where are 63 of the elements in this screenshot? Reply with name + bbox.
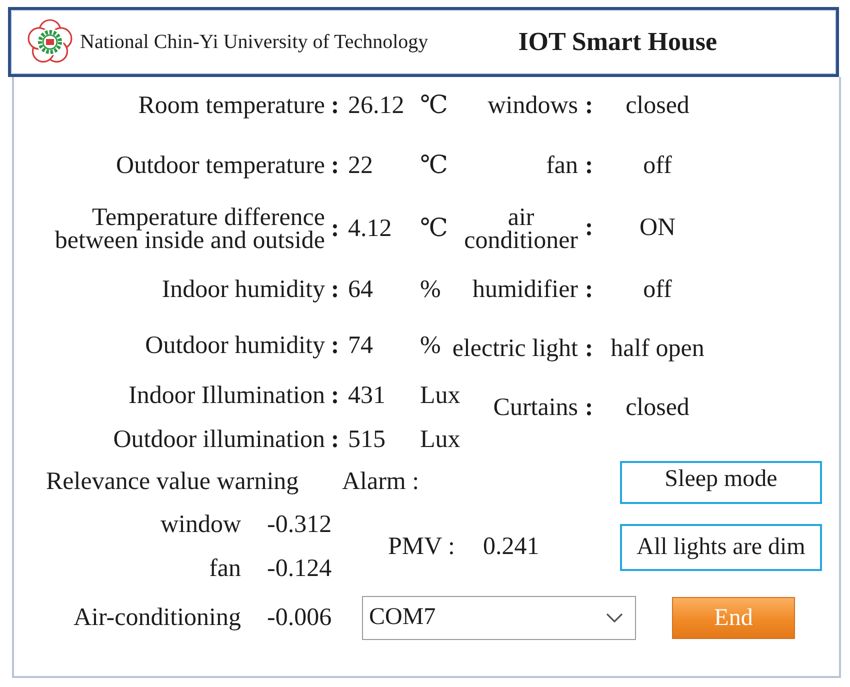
reading-label: Outdoor humidity [145, 332, 325, 361]
reading-value: 431 [347, 382, 386, 411]
reading-label: Indoor humidity [162, 276, 325, 304]
alarm-label: Alarm : [342, 468, 420, 496]
mode-button[interactable]: Sleep mode [620, 460, 822, 504]
reading-label: Room temperature [138, 92, 325, 120]
device-state: ON [639, 214, 676, 243]
reading-value: 74 [347, 332, 373, 361]
colon-text: : [330, 332, 340, 361]
colon-text: : [584, 214, 594, 243]
device-state: closed [626, 92, 690, 120]
university-name: National Chin-Yi University of Technology [80, 30, 428, 54]
unit-label: % [420, 332, 441, 361]
relevance-value: -0.312 [267, 511, 332, 540]
unit-label: % [420, 276, 441, 304]
pmv-value: 0.241 [482, 533, 540, 562]
unit-label: ℃ [420, 152, 448, 181]
device-state: off [643, 152, 672, 180]
colon-text: : [330, 152, 340, 181]
app-title: IOT Smart House [518, 27, 718, 57]
reading-label: Outdoor illumination [113, 426, 325, 454]
reading-label: Outdoor temperature [116, 152, 325, 181]
flower-gear-logo-icon [27, 19, 73, 65]
colon-text: : [330, 426, 340, 454]
reading-label: Temperature difference between inside and outside [54, 206, 325, 252]
colon-text: : [584, 152, 594, 180]
reading-label: Indoor Illumination [128, 382, 325, 411]
relevance-label: window [160, 511, 241, 540]
colon-text: : [584, 92, 594, 120]
reading-value: 4.12 [347, 214, 392, 244]
colon-text: : [584, 394, 594, 422]
device-label: fan [546, 152, 578, 180]
colon-text: : [584, 276, 594, 304]
colon-text: : [330, 382, 340, 411]
pmv-label: PMV : [388, 533, 455, 562]
relevance-label: fan [209, 554, 241, 584]
unit-label: ℃ [420, 214, 448, 244]
device-state: off [643, 276, 672, 304]
device-label: windows [488, 92, 578, 120]
reading-value: 515 [347, 426, 386, 454]
device-label: Curtains [493, 394, 578, 422]
colon-text: : [330, 214, 340, 244]
device-label: electric light [452, 334, 578, 364]
colon-text: : [330, 92, 340, 120]
reading-value: 64 [347, 276, 373, 304]
device-state: closed [626, 394, 690, 422]
colon-text: : [330, 276, 340, 304]
unit-label: Lux [420, 426, 460, 454]
port-dropdown[interactable]: COM7 [362, 596, 636, 640]
mode-button[interactable]: All lights are dim [620, 524, 822, 571]
colon-text: : [584, 334, 594, 364]
relevance-value: -0.006 [267, 604, 332, 632]
unit-label: ℃ [420, 92, 448, 120]
device-state: half open [610, 334, 704, 364]
device-label: humidifier [472, 276, 578, 304]
reading-value: 22 [347, 152, 373, 181]
relevance-value: -0.124 [267, 554, 332, 584]
relevance-title: Relevance value warning [46, 468, 299, 496]
reading-value: 26.12 [347, 92, 404, 120]
relevance-label: Air-conditioning [73, 604, 241, 632]
unit-label: Lux [420, 382, 460, 411]
device-label: air conditioner [464, 206, 578, 252]
chevron-down-icon [606, 613, 623, 623]
